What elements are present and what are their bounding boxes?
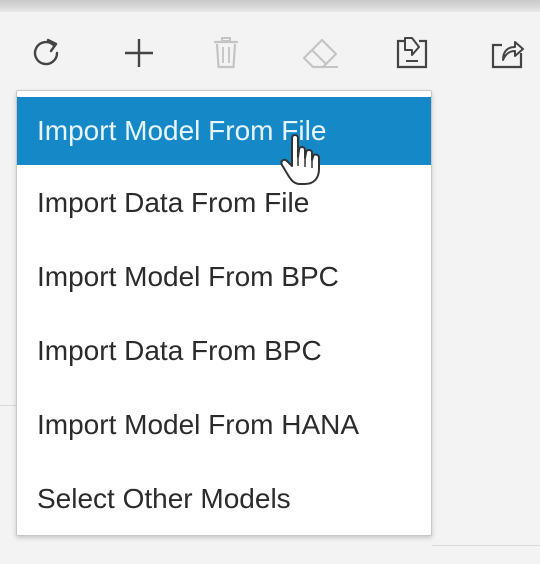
- menu-item-label: Import Model From BPC: [37, 261, 339, 292]
- trash-icon: [214, 37, 238, 69]
- add-button[interactable]: [116, 30, 162, 76]
- menu-item-label: Select Other Models: [37, 483, 291, 514]
- refresh-icon: [33, 38, 59, 66]
- menu-item-import-data-from-file[interactable]: Import Data From File: [17, 169, 431, 237]
- toolbar: [0, 12, 540, 90]
- export-button[interactable]: [484, 30, 530, 76]
- export-icon: [491, 41, 524, 69]
- refresh-button[interactable]: [23, 30, 69, 76]
- background-divider: [432, 545, 540, 546]
- menu-item-import-model-from-bpc[interactable]: Import Model From BPC: [17, 243, 431, 311]
- menu-item-label: Import Data From BPC: [37, 335, 322, 366]
- delete-button[interactable]: [203, 30, 249, 76]
- menu-item-import-model-from-hana[interactable]: Import Model From HANA: [17, 391, 431, 459]
- menu-item-label: Import Data From File: [37, 187, 310, 218]
- menu-item-import-data-from-bpc[interactable]: Import Data From BPC: [17, 317, 431, 385]
- import-icon: [396, 37, 428, 69]
- import-menu: Import Model From File Import Data From …: [16, 90, 432, 536]
- hand-pointer-icon: [280, 134, 320, 185]
- clear-button[interactable]: [297, 30, 343, 76]
- plus-icon: [125, 39, 153, 67]
- menu-item-label: Import Model From HANA: [37, 409, 360, 440]
- menu-item-select-other-models[interactable]: Select Other Models: [17, 465, 431, 533]
- import-button[interactable]: [389, 30, 435, 76]
- window-top-border: [0, 0, 540, 12]
- menu-item-import-model-from-file[interactable]: Import Model From File: [17, 97, 431, 165]
- eraser-icon: [302, 38, 338, 69]
